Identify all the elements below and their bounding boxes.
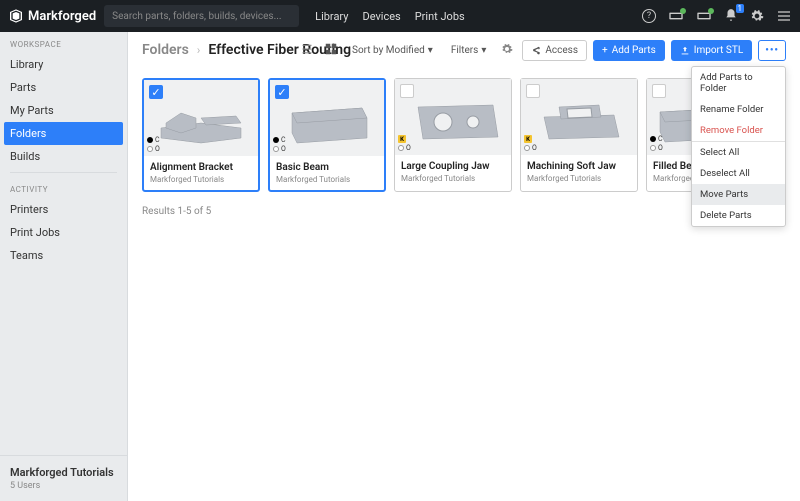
material-badges: C O xyxy=(650,135,663,152)
checkbox-icon[interactable] xyxy=(652,84,666,98)
material-badges: K O xyxy=(524,135,537,152)
part-title: Large Coupling Jaw xyxy=(401,161,505,172)
part-owner: Markforged Tutorials xyxy=(150,175,252,184)
menu-icon[interactable] xyxy=(776,9,792,23)
part-thumbnail: K O xyxy=(521,79,637,155)
part-title: Machining Soft Jaw xyxy=(527,161,631,172)
add-parts-button[interactable]: + Add Parts xyxy=(593,40,665,61)
sidebar-item-builds[interactable]: Builds xyxy=(0,145,127,168)
part-owner: Markforged Tutorials xyxy=(527,174,631,183)
status-dot-green xyxy=(708,8,714,14)
dd-add-parts[interactable]: Add Parts to Folder xyxy=(692,67,785,99)
sidebar-item-parts[interactable]: Parts xyxy=(0,76,127,99)
workspace-owner: Markforged Tutorials xyxy=(10,466,117,479)
sidebar-divider xyxy=(10,172,117,173)
access-button[interactable]: Access xyxy=(522,40,587,61)
sidebar-item-printers[interactable]: Printers xyxy=(0,198,127,221)
material-badges: C O xyxy=(147,136,160,153)
sidebar-item-folders[interactable]: Folders xyxy=(4,122,123,145)
brand-logo[interactable]: Markforged xyxy=(8,8,96,24)
grid-view-icon[interactable] xyxy=(322,40,340,61)
sidebar-item-print-jobs[interactable]: Print Jobs xyxy=(0,221,127,244)
more-dropdown: Add Parts to Folder Rename Folder Remove… xyxy=(691,66,786,227)
notification-count: 1 xyxy=(736,4,745,13)
printer-status-2[interactable] xyxy=(696,10,712,22)
caret-down-icon: ▾ xyxy=(481,45,486,56)
caret-down-icon: ▾ xyxy=(428,45,433,56)
part-card[interactable]: ✓ C O Basic Beam Markforged Tutorials xyxy=(268,78,386,192)
topbar: Markforged Search parts, folders, builds… xyxy=(0,0,800,32)
printer-status-1[interactable] xyxy=(668,10,684,22)
workspace-users: 5 Users xyxy=(10,481,117,491)
sidebar-section-workspace: WORKSPACE xyxy=(0,32,127,53)
part-thumbnail: ✓ C O xyxy=(270,80,384,156)
search-input[interactable]: Search parts, folders, builds, devices..… xyxy=(104,5,299,27)
part-title: Alignment Bracket xyxy=(150,162,252,173)
nav-devices[interactable]: Devices xyxy=(362,10,400,23)
filters-dropdown[interactable]: Filters▾ xyxy=(445,42,493,59)
dd-select-all[interactable]: Select All xyxy=(692,142,785,163)
settings-gear-icon[interactable] xyxy=(498,40,516,61)
notifications-icon[interactable]: 1 xyxy=(724,8,738,25)
sidebar-item-teams[interactable]: Teams xyxy=(0,244,127,267)
dd-remove-folder[interactable]: Remove Folder xyxy=(692,120,785,141)
share-icon xyxy=(531,46,541,56)
checkbox-icon[interactable]: ✓ xyxy=(149,85,163,99)
part-thumbnail: K O xyxy=(395,79,511,155)
part-owner: Markforged Tutorials xyxy=(276,175,378,184)
dd-rename-folder[interactable]: Rename Folder xyxy=(692,99,785,120)
nav-print-jobs[interactable]: Print Jobs xyxy=(415,10,465,23)
toolbar: Sort by Modified▾ Filters▾ Access + Add … xyxy=(298,40,786,61)
dd-delete-parts[interactable]: Delete Parts xyxy=(692,205,785,226)
checkbox-icon[interactable] xyxy=(526,84,540,98)
sidebar-footer: Markforged Tutorials 5 Users xyxy=(0,455,127,501)
sidebar-item-library[interactable]: Library xyxy=(0,53,127,76)
dd-move-parts[interactable]: Move Parts xyxy=(692,184,785,205)
nav-library[interactable]: Library xyxy=(315,10,348,23)
import-stl-button[interactable]: Import STL xyxy=(671,40,752,61)
content: Folders › Effective Fiber Routing Sort b… xyxy=(128,32,800,501)
dd-deselect-all[interactable]: Deselect All xyxy=(692,163,785,184)
material-badges: K O xyxy=(398,135,411,152)
upload-icon xyxy=(680,46,690,56)
part-card[interactable]: K O Large Coupling Jaw Markforged Tutori… xyxy=(394,78,512,192)
more-button[interactable]: ••• xyxy=(758,40,786,61)
help-icon[interactable]: ? xyxy=(642,9,656,23)
part-card[interactable]: K O Machining Soft Jaw Markforged Tutori… xyxy=(520,78,638,192)
sidebar-section-activity: ACTIVITY xyxy=(0,177,127,198)
logo-icon xyxy=(8,8,24,24)
part-card[interactable]: ✓ C O Alignment Bracket Markforged Tutor… xyxy=(142,78,260,192)
plus-icon: + xyxy=(602,45,608,56)
part-title: Basic Beam xyxy=(276,162,378,173)
sort-dropdown[interactable]: Sort by Modified▾ xyxy=(346,42,439,59)
gear-icon[interactable] xyxy=(750,9,764,23)
search-placeholder: Search parts, folders, builds, devices..… xyxy=(112,11,281,22)
part-owner: Markforged Tutorials xyxy=(401,174,505,183)
part-thumbnail: ✓ C O xyxy=(144,80,258,156)
status-dot-green xyxy=(680,8,686,14)
list-view-icon[interactable] xyxy=(298,40,316,61)
sidebar-item-my-parts[interactable]: My Parts xyxy=(0,99,127,122)
topbar-icons: ? 1 xyxy=(642,8,792,25)
top-nav: Library Devices Print Jobs xyxy=(315,10,465,23)
checkbox-icon[interactable] xyxy=(400,84,414,98)
material-badges: C O xyxy=(273,136,286,153)
chevron-right-icon: › xyxy=(197,43,201,57)
breadcrumb-root[interactable]: Folders xyxy=(142,42,189,58)
sidebar: WORKSPACE Library Parts My Parts Folders… xyxy=(0,32,128,501)
checkbox-icon[interactable]: ✓ xyxy=(275,85,289,99)
brand-text: Markforged xyxy=(28,9,96,24)
